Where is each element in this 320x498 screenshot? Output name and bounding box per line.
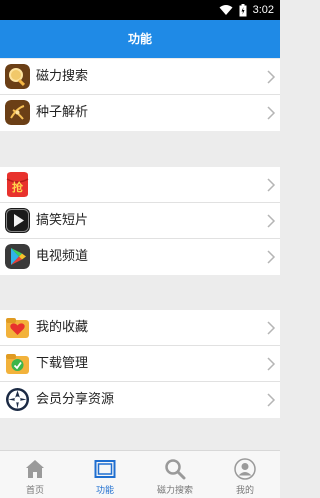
menu-item-download-manager[interactable]: 下载管理 xyxy=(0,346,280,382)
menu-item-label: 搞笑短片 xyxy=(36,213,89,228)
page-title: 功能 xyxy=(127,32,152,46)
chevron-right-icon xyxy=(267,214,276,228)
menu-item-label: 磁力搜索 xyxy=(36,69,89,84)
menu-item-label: 下载管理 xyxy=(36,356,89,371)
user-icon xyxy=(234,458,256,480)
menu-group-media: 抢 搞笑短片 电视频道 xyxy=(0,167,280,275)
menu-item-seed-parse[interactable]: 种子解析 xyxy=(0,95,280,131)
menu-item-red-envelope[interactable]: 抢 xyxy=(0,167,280,203)
menu-item-label: 会员分享资源 xyxy=(36,392,115,407)
wifi-icon xyxy=(219,5,233,15)
video-play-icon xyxy=(5,208,30,233)
app-header: 功能 xyxy=(0,20,280,58)
window-icon xyxy=(94,460,116,478)
menu-item-label: 种子解析 xyxy=(36,105,89,120)
tab-mine[interactable]: 我的 xyxy=(210,451,280,498)
menu-group-search: 磁力搜索 种子解析 xyxy=(0,59,280,131)
search-icon xyxy=(165,459,186,480)
chevron-right-icon xyxy=(267,178,276,192)
chevron-right-icon xyxy=(267,321,276,335)
tab-magnet-search[interactable]: 磁力搜索 xyxy=(140,451,210,498)
tab-label: 首页 xyxy=(25,486,44,496)
seed-icon xyxy=(5,100,30,125)
chevron-right-icon xyxy=(267,106,276,120)
battery-icon xyxy=(239,3,247,16)
menu-group-personal: 我的收藏 下载管理 会员分享资源 xyxy=(0,310,280,418)
chevron-right-icon xyxy=(267,357,276,371)
tab-features[interactable]: 功能 xyxy=(70,451,140,498)
tv-play-icon xyxy=(5,244,30,269)
menu-item-label: 电视频道 xyxy=(36,249,89,264)
download-folder-icon xyxy=(5,351,30,376)
chevron-right-icon xyxy=(267,250,276,264)
menu-item-member-share[interactable]: 会员分享资源 xyxy=(0,382,280,418)
heart-folder-icon xyxy=(5,315,30,340)
status-time: 3:02 xyxy=(252,4,274,16)
bottom-tab-bar: 首页 功能 磁力搜索 我的 xyxy=(0,450,280,498)
tab-label: 功能 xyxy=(95,486,114,496)
red-envelope-icon: 抢 xyxy=(5,172,30,197)
magnifier-icon xyxy=(5,64,30,89)
menu-item-magnet-search[interactable]: 磁力搜索 xyxy=(0,59,280,95)
status-bar: 3:02 xyxy=(0,0,280,20)
status-icons: 3:02 xyxy=(219,3,274,17)
tab-label: 我的 xyxy=(235,486,254,496)
menu-item-label: 我的收藏 xyxy=(36,320,89,335)
home-icon xyxy=(26,460,44,478)
menu-item-tv-channels[interactable]: 电视频道 xyxy=(0,239,280,275)
menu-item-funny-videos[interactable]: 搞笑短片 xyxy=(0,203,280,239)
chevron-right-icon xyxy=(267,70,276,84)
aperture-icon xyxy=(5,387,30,412)
chevron-right-icon xyxy=(267,393,276,407)
menu-item-favorites[interactable]: 我的收藏 xyxy=(0,310,280,346)
tab-label: 磁力搜索 xyxy=(156,486,193,496)
red-envelope-text: 抢 xyxy=(12,180,24,194)
tab-home[interactable]: 首页 xyxy=(0,451,70,498)
